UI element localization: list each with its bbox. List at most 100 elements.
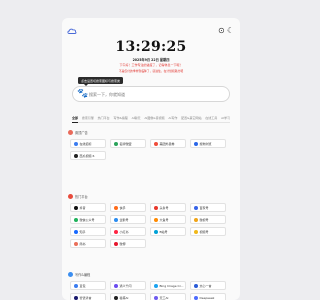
site-icon	[153, 217, 158, 222]
site-icon	[193, 205, 198, 210]
tab-1[interactable]: 搜索引擎	[82, 116, 94, 120]
site-label: Deepseek	[199, 295, 215, 300]
pin-icon[interactable]: ⊙	[218, 27, 225, 35]
site-link[interactable]: 美团外卖券	[150, 139, 186, 148]
tab-6[interactable]: AI写作	[168, 116, 177, 120]
site-link[interactable]: 在线招标	[70, 139, 106, 148]
site-label: 在线招标	[79, 141, 92, 146]
search-box[interactable]: 🐾	[72, 86, 230, 102]
site-link[interactable]: Bing Image Cr...	[150, 281, 186, 290]
site-link[interactable]: 视频号	[190, 227, 226, 236]
site-icon	[153, 229, 158, 234]
site-label: 快手	[119, 205, 126, 210]
site-label: 微博	[119, 241, 126, 246]
site-label: 通义千问	[119, 283, 132, 288]
site-label: 西瓜视频 6	[79, 153, 95, 158]
site-link[interactable]: 大鱼号	[150, 215, 186, 224]
clock: 13:29:25	[115, 39, 187, 55]
site-label: 微信公众号	[79, 217, 95, 222]
site-link[interactable]: 头条号	[150, 203, 186, 212]
cloud-home-icon[interactable]	[67, 26, 77, 36]
site-icon	[113, 141, 118, 146]
section-title: 热门平台	[75, 195, 88, 199]
site-link[interactable]: 豆包	[70, 281, 106, 290]
site-link[interactable]: 抖音	[70, 203, 106, 212]
tab-3[interactable]: 写作&编程	[113, 116, 127, 120]
section-title: 置顶广告	[75, 131, 88, 135]
tab-5[interactable]: AI图像&音视频	[144, 116, 164, 120]
section-icon	[68, 130, 73, 135]
site-link[interactable]: 文心一言	[190, 281, 226, 290]
site-link[interactable]: 微信公众号	[70, 215, 106, 224]
site-label: 抖音	[79, 205, 86, 210]
site-icon	[193, 229, 198, 234]
tab-2[interactable]: 热门平台	[98, 116, 110, 120]
site-icon	[193, 283, 198, 288]
site-link[interactable]: Deepseek	[190, 293, 226, 300]
site-icon	[73, 153, 78, 158]
tab-0[interactable]: 全部	[72, 116, 78, 120]
site-icon	[153, 205, 158, 210]
section-icon	[68, 272, 73, 277]
site-icon	[73, 241, 78, 246]
tab-9[interactable]: AI学习	[221, 116, 230, 120]
site-icon	[153, 295, 158, 300]
site-icon	[113, 283, 118, 288]
site-label: 知乎	[79, 229, 86, 234]
site-link[interactable]: 天工AI	[150, 293, 186, 300]
site-icon	[113, 295, 118, 300]
site-link[interactable]: 智谱清言	[70, 293, 106, 300]
site-icon	[73, 295, 78, 300]
site-link[interactable]: 秘塔AI	[110, 293, 146, 300]
site-icon	[113, 205, 118, 210]
site-label: B站号	[159, 229, 168, 234]
site-label: Bing Image Cr...	[159, 283, 184, 288]
site-icon	[73, 205, 78, 210]
site-label: 秘塔AI	[119, 295, 129, 300]
site-link[interactable]: 微视号	[190, 215, 226, 224]
site-link[interactable]: B站号	[150, 227, 186, 236]
site-link[interactable]: 快手	[110, 203, 146, 212]
site-label: 天工AI	[159, 295, 169, 300]
site-link[interactable]: 简书	[70, 239, 106, 248]
site-label: 智谱清言	[79, 295, 92, 300]
site-label: 头条号	[159, 205, 169, 210]
site-icon	[73, 283, 78, 288]
site-label: 大鱼号	[159, 217, 169, 222]
site-link[interactable]: 百家号	[190, 203, 226, 212]
site-icon	[193, 217, 198, 222]
baidu-paw-icon[interactable]: 🐾	[77, 90, 88, 99]
tab-8[interactable]: 在线工具	[205, 116, 217, 120]
moon-icon[interactable]: ☾	[227, 27, 234, 35]
site-icon	[113, 241, 118, 246]
site-label: 小红书	[119, 229, 129, 234]
site-link[interactable]: 名牌微盟	[110, 139, 146, 148]
site-link[interactable]: 通义千问	[110, 281, 146, 290]
active-tab-underline	[72, 122, 78, 123]
site-icon	[73, 141, 78, 146]
site-label: 豆包	[79, 283, 86, 288]
greeting-notice: 下午好！工作专注的进度了，记得休息一下呢！	[119, 63, 183, 67]
site-label: 搜狗浏览	[199, 141, 212, 146]
site-link[interactable]: 搜狗浏览	[190, 139, 226, 148]
site-icon	[153, 283, 158, 288]
site-link[interactable]: 西瓜视频 6	[70, 151, 106, 160]
site-label: 美团外卖券	[159, 141, 175, 146]
start-page-panel: ⊙ ☾ 13:29:25 2025年9月 22日 星期四 下午好！工作专注的进度…	[62, 18, 240, 300]
site-label: 百家号	[199, 205, 209, 210]
search-input[interactable]	[89, 92, 209, 97]
tabs-divider	[72, 122, 230, 123]
reminder-notice: 不是仅付的季非到临降了，就进住，在计划和路分吧	[118, 69, 184, 73]
section-header: 置顶广告	[68, 130, 88, 135]
section-icon	[68, 194, 73, 199]
site-link[interactable]: 知乎	[70, 227, 106, 236]
site-link[interactable]: 企鹅号	[110, 215, 146, 224]
site-icon	[193, 295, 198, 300]
site-link[interactable]: 小红书	[110, 227, 146, 236]
tab-4[interactable]: AI聊天	[132, 116, 141, 120]
site-icon	[113, 229, 118, 234]
engine-tooltip: 点击设置切搜索图标与搜索类	[78, 77, 124, 86]
tab-7[interactable]: 配置&其它网站	[181, 116, 201, 120]
site-link[interactable]: 微博	[110, 239, 146, 248]
site-label: 视频号	[199, 229, 209, 234]
